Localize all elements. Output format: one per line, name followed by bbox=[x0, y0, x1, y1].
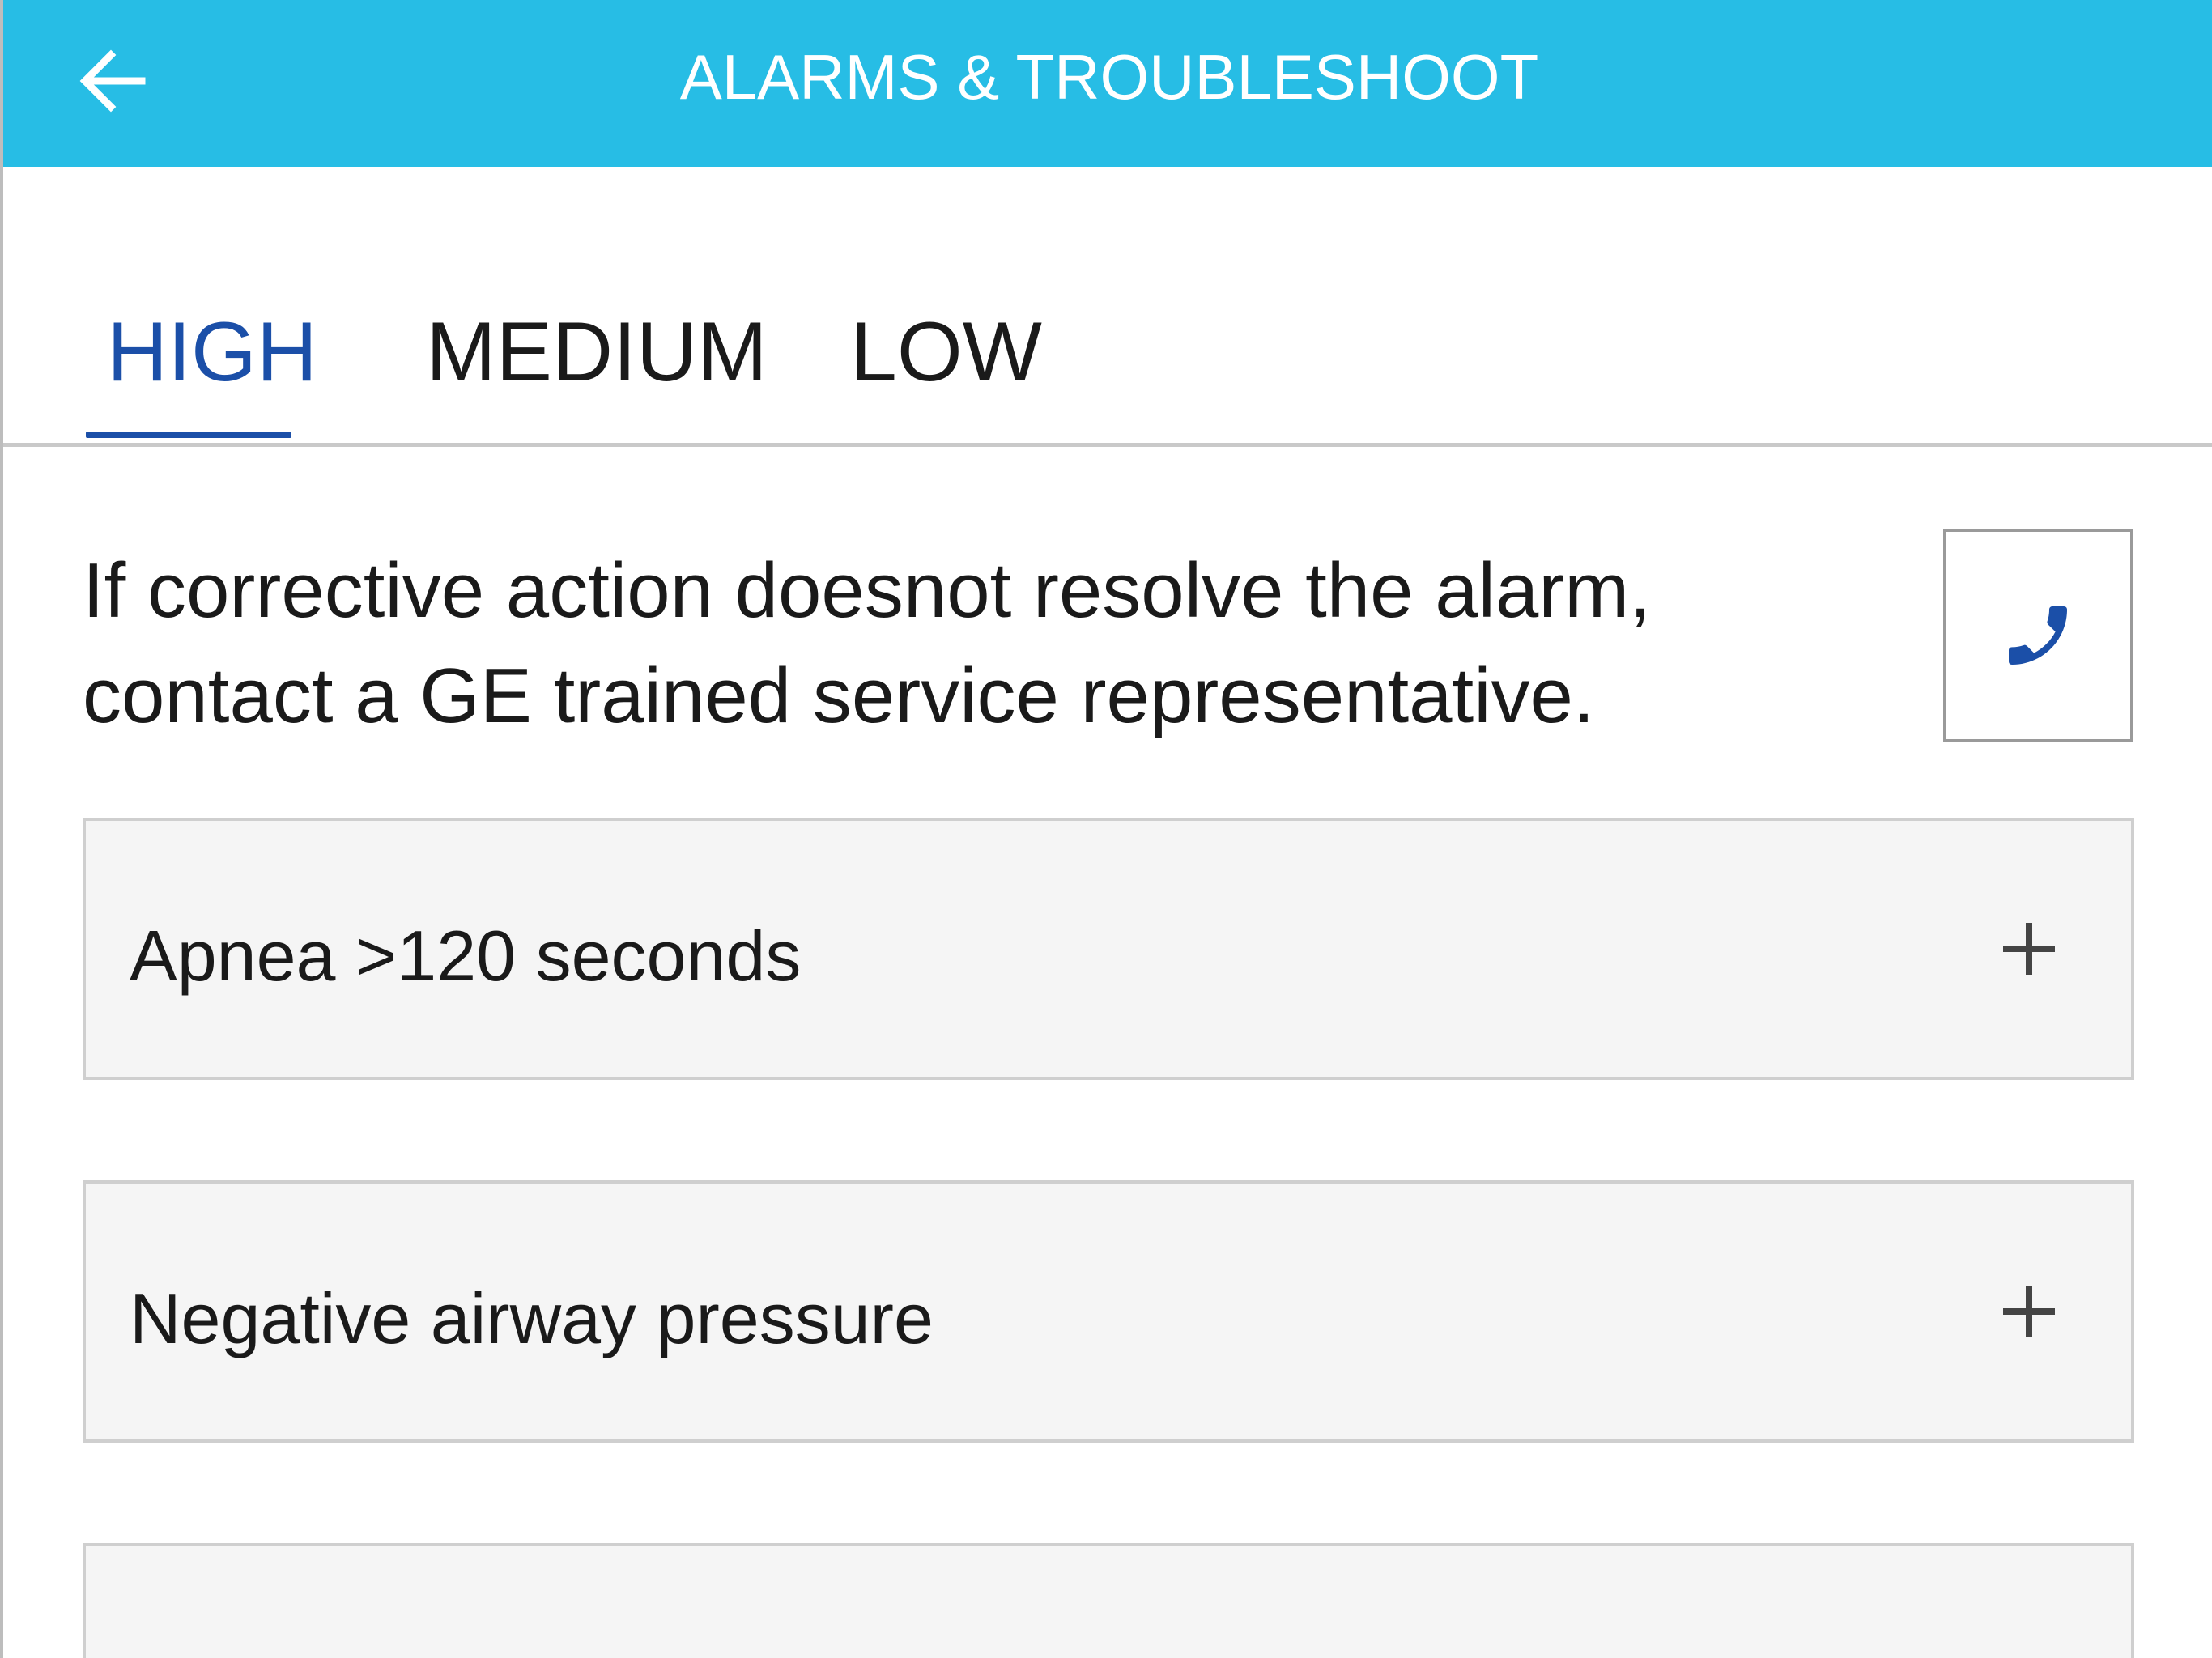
active-tab-indicator bbox=[86, 432, 291, 438]
alarm-item-negative-airway-pressure[interactable]: Negative airway pressure bbox=[83, 1180, 2134, 1443]
contact-info-text: If corrective action doesnot resolve the… bbox=[83, 547, 1651, 739]
alarm-item-apnea[interactable]: Apnea >120 seconds bbox=[83, 818, 2134, 1080]
tab-low[interactable]: LOW bbox=[850, 304, 1042, 402]
tabs-divider bbox=[3, 443, 2212, 447]
app-header: ALARMS & TROUBLESHOOT bbox=[3, 0, 2212, 167]
call-service-button[interactable] bbox=[1943, 529, 2133, 742]
tab-high[interactable]: HIGH bbox=[107, 304, 317, 402]
tab-medium[interactable]: MEDIUM bbox=[426, 304, 768, 402]
alarm-item-partial[interactable] bbox=[83, 1543, 2134, 1658]
page-title: ALARMS & TROUBLESHOOT bbox=[679, 41, 1539, 113]
alarm-label: Negative airway pressure bbox=[130, 1278, 934, 1358]
phone-icon bbox=[2009, 606, 2067, 665]
severity-tabs: HIGH MEDIUM LOW bbox=[3, 167, 2212, 447]
plus-icon[interactable] bbox=[1998, 918, 2060, 980]
plus-icon[interactable] bbox=[1998, 1281, 2060, 1342]
alarm-label: Apnea >120 seconds bbox=[130, 916, 802, 996]
screen: ALARMS & TROUBLESHOOT HIGH MEDIUM LOW If… bbox=[0, 0, 2212, 1658]
